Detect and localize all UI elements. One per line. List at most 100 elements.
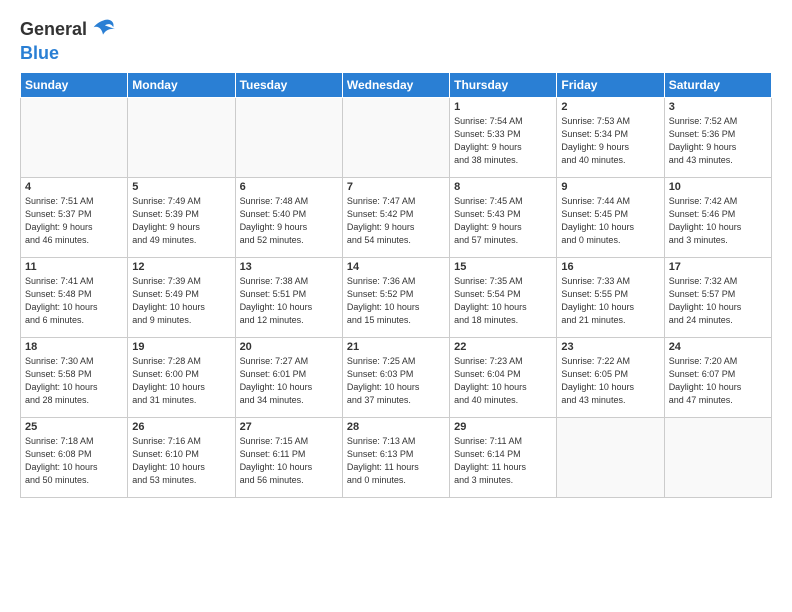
day-info: Sunrise: 7:20 AM Sunset: 6:07 PM Dayligh… bbox=[669, 355, 767, 407]
day-info: Sunrise: 7:33 AM Sunset: 5:55 PM Dayligh… bbox=[561, 275, 659, 327]
day-number: 21 bbox=[347, 341, 445, 353]
day-info: Sunrise: 7:16 AM Sunset: 6:10 PM Dayligh… bbox=[132, 435, 230, 487]
day-number: 9 bbox=[561, 181, 659, 193]
day-info: Sunrise: 7:41 AM Sunset: 5:48 PM Dayligh… bbox=[25, 275, 123, 327]
day-info: Sunrise: 7:45 AM Sunset: 5:43 PM Dayligh… bbox=[454, 195, 552, 247]
calendar-cell bbox=[342, 97, 449, 177]
day-number: 12 bbox=[132, 261, 230, 273]
week-row-3: 11 Sunrise: 7:41 AM Sunset: 5:48 PM Dayli… bbox=[21, 257, 772, 337]
day-info: Sunrise: 7:22 AM Sunset: 6:05 PM Dayligh… bbox=[561, 355, 659, 407]
day-number: 5 bbox=[132, 181, 230, 193]
calendar-cell: 6 Sunrise: 7:48 AM Sunset: 5:40 PM Daylig… bbox=[235, 177, 342, 257]
calendar-cell: 25 Sunrise: 7:18 AM Sunset: 6:08 PM Dayli… bbox=[21, 417, 128, 497]
calendar-cell bbox=[21, 97, 128, 177]
calendar-cell: 20 Sunrise: 7:27 AM Sunset: 6:01 PM Dayli… bbox=[235, 337, 342, 417]
week-row-1: 1 Sunrise: 7:54 AM Sunset: 5:33 PM Daylig… bbox=[21, 97, 772, 177]
day-info: Sunrise: 7:23 AM Sunset: 6:04 PM Dayligh… bbox=[454, 355, 552, 407]
calendar-cell: 7 Sunrise: 7:47 AM Sunset: 5:42 PM Daylig… bbox=[342, 177, 449, 257]
page: General Blue SundayMondayTuesdayWednesda… bbox=[0, 0, 792, 508]
calendar-cell: 29 Sunrise: 7:11 AM Sunset: 6:14 PM Dayli… bbox=[450, 417, 557, 497]
day-number: 8 bbox=[454, 181, 552, 193]
day-info: Sunrise: 7:53 AM Sunset: 5:34 PM Dayligh… bbox=[561, 115, 659, 167]
calendar-cell: 5 Sunrise: 7:49 AM Sunset: 5:39 PM Daylig… bbox=[128, 177, 235, 257]
calendar-cell: 10 Sunrise: 7:42 AM Sunset: 5:46 PM Dayli… bbox=[664, 177, 771, 257]
calendar-cell: 19 Sunrise: 7:28 AM Sunset: 6:00 PM Dayli… bbox=[128, 337, 235, 417]
logo: General Blue bbox=[20, 16, 117, 64]
day-number: 28 bbox=[347, 421, 445, 433]
day-number: 13 bbox=[240, 261, 338, 273]
header-saturday: Saturday bbox=[664, 72, 771, 97]
day-info: Sunrise: 7:15 AM Sunset: 6:11 PM Dayligh… bbox=[240, 435, 338, 487]
day-info: Sunrise: 7:36 AM Sunset: 5:52 PM Dayligh… bbox=[347, 275, 445, 327]
header-sunday: Sunday bbox=[21, 72, 128, 97]
calendar-cell: 18 Sunrise: 7:30 AM Sunset: 5:58 PM Dayli… bbox=[21, 337, 128, 417]
day-info: Sunrise: 7:30 AM Sunset: 5:58 PM Dayligh… bbox=[25, 355, 123, 407]
day-number: 14 bbox=[347, 261, 445, 273]
day-info: Sunrise: 7:54 AM Sunset: 5:33 PM Dayligh… bbox=[454, 115, 552, 167]
week-row-2: 4 Sunrise: 7:51 AM Sunset: 5:37 PM Daylig… bbox=[21, 177, 772, 257]
week-row-5: 25 Sunrise: 7:18 AM Sunset: 6:08 PM Dayli… bbox=[21, 417, 772, 497]
calendar-cell: 26Sunrise: 7:16 AM Sunset: 6:10 PM Dayli… bbox=[128, 417, 235, 497]
day-info: Sunrise: 7:32 AM Sunset: 5:57 PM Dayligh… bbox=[669, 275, 767, 327]
calendar-cell: 23Sunrise: 7:22 AM Sunset: 6:05 PM Dayli… bbox=[557, 337, 664, 417]
calendar-cell: 22Sunrise: 7:23 AM Sunset: 6:04 PM Dayli… bbox=[450, 337, 557, 417]
day-number: 29 bbox=[454, 421, 552, 433]
day-info: Sunrise: 7:42 AM Sunset: 5:46 PM Dayligh… bbox=[669, 195, 767, 247]
day-number: 18 bbox=[25, 341, 123, 353]
day-number: 25 bbox=[25, 421, 123, 433]
header-monday: Monday bbox=[128, 72, 235, 97]
day-info: Sunrise: 7:51 AM Sunset: 5:37 PM Dayligh… bbox=[25, 195, 123, 247]
day-number: 24 bbox=[669, 341, 767, 353]
day-number: 7 bbox=[347, 181, 445, 193]
logo-blue: Blue bbox=[20, 44, 117, 64]
calendar-cell: 11 Sunrise: 7:41 AM Sunset: 5:48 PM Dayli… bbox=[21, 257, 128, 337]
day-number: 20 bbox=[240, 341, 338, 353]
day-number: 15 bbox=[454, 261, 552, 273]
calendar-cell: 14 Sunrise: 7:36 AM Sunset: 5:52 PM Dayli… bbox=[342, 257, 449, 337]
header-row: SundayMondayTuesdayWednesdayThursdayFrid… bbox=[21, 72, 772, 97]
day-info: Sunrise: 7:13 AM Sunset: 6:13 PM Dayligh… bbox=[347, 435, 445, 487]
day-info: Sunrise: 7:39 AM Sunset: 5:49 PM Dayligh… bbox=[132, 275, 230, 327]
header-wednesday: Wednesday bbox=[342, 72, 449, 97]
logo-bird-icon bbox=[89, 16, 117, 44]
day-info: Sunrise: 7:47 AM Sunset: 5:42 PM Dayligh… bbox=[347, 195, 445, 247]
calendar-cell bbox=[235, 97, 342, 177]
day-info: Sunrise: 7:25 AM Sunset: 6:03 PM Dayligh… bbox=[347, 355, 445, 407]
day-number: 3 bbox=[669, 101, 767, 113]
header: General Blue bbox=[20, 16, 772, 64]
day-number: 1 bbox=[454, 101, 552, 113]
day-info: Sunrise: 7:38 AM Sunset: 5:51 PM Dayligh… bbox=[240, 275, 338, 327]
day-info: Sunrise: 7:11 AM Sunset: 6:14 PM Dayligh… bbox=[454, 435, 552, 487]
header-tuesday: Tuesday bbox=[235, 72, 342, 97]
calendar-cell: 9 Sunrise: 7:44 AM Sunset: 5:45 PM Daylig… bbox=[557, 177, 664, 257]
day-number: 6 bbox=[240, 181, 338, 193]
calendar-cell: 4 Sunrise: 7:51 AM Sunset: 5:37 PM Daylig… bbox=[21, 177, 128, 257]
day-number: 2 bbox=[561, 101, 659, 113]
day-number: 16 bbox=[561, 261, 659, 273]
day-info: Sunrise: 7:28 AM Sunset: 6:00 PM Dayligh… bbox=[132, 355, 230, 407]
calendar-cell: 1 Sunrise: 7:54 AM Sunset: 5:33 PM Daylig… bbox=[450, 97, 557, 177]
day-number: 10 bbox=[669, 181, 767, 193]
calendar-cell: 27Sunrise: 7:15 AM Sunset: 6:11 PM Dayli… bbox=[235, 417, 342, 497]
day-info: Sunrise: 7:49 AM Sunset: 5:39 PM Dayligh… bbox=[132, 195, 230, 247]
day-info: Sunrise: 7:44 AM Sunset: 5:45 PM Dayligh… bbox=[561, 195, 659, 247]
calendar-cell: 8 Sunrise: 7:45 AM Sunset: 5:43 PM Daylig… bbox=[450, 177, 557, 257]
calendar-cell: 15 Sunrise: 7:35 AM Sunset: 5:54 PM Dayli… bbox=[450, 257, 557, 337]
day-info: Sunrise: 7:52 AM Sunset: 5:36 PM Dayligh… bbox=[669, 115, 767, 167]
calendar-cell: 24 Sunrise: 7:20 AM Sunset: 6:07 PM Dayli… bbox=[664, 337, 771, 417]
calendar-cell: 28 Sunrise: 7:13 AM Sunset: 6:13 PM Dayli… bbox=[342, 417, 449, 497]
day-info: Sunrise: 7:27 AM Sunset: 6:01 PM Dayligh… bbox=[240, 355, 338, 407]
day-number: 17 bbox=[669, 261, 767, 273]
day-info: Sunrise: 7:35 AM Sunset: 5:54 PM Dayligh… bbox=[454, 275, 552, 327]
calendar-cell: 17 Sunrise: 7:32 AM Sunset: 5:57 PM Dayli… bbox=[664, 257, 771, 337]
day-number: 11 bbox=[25, 261, 123, 273]
day-number: 4 bbox=[25, 181, 123, 193]
day-number: 19 bbox=[132, 341, 230, 353]
day-info: Sunrise: 7:48 AM Sunset: 5:40 PM Dayligh… bbox=[240, 195, 338, 247]
calendar-cell bbox=[557, 417, 664, 497]
calendar-cell: 3 Sunrise: 7:52 AM Sunset: 5:36 PM Daylig… bbox=[664, 97, 771, 177]
calendar-table: SundayMondayTuesdayWednesdayThursdayFrid… bbox=[20, 72, 772, 498]
day-info: Sunrise: 7:18 AM Sunset: 6:08 PM Dayligh… bbox=[25, 435, 123, 487]
calendar-cell: 21 Sunrise: 7:25 AM Sunset: 6:03 PM Dayli… bbox=[342, 337, 449, 417]
header-friday: Friday bbox=[557, 72, 664, 97]
